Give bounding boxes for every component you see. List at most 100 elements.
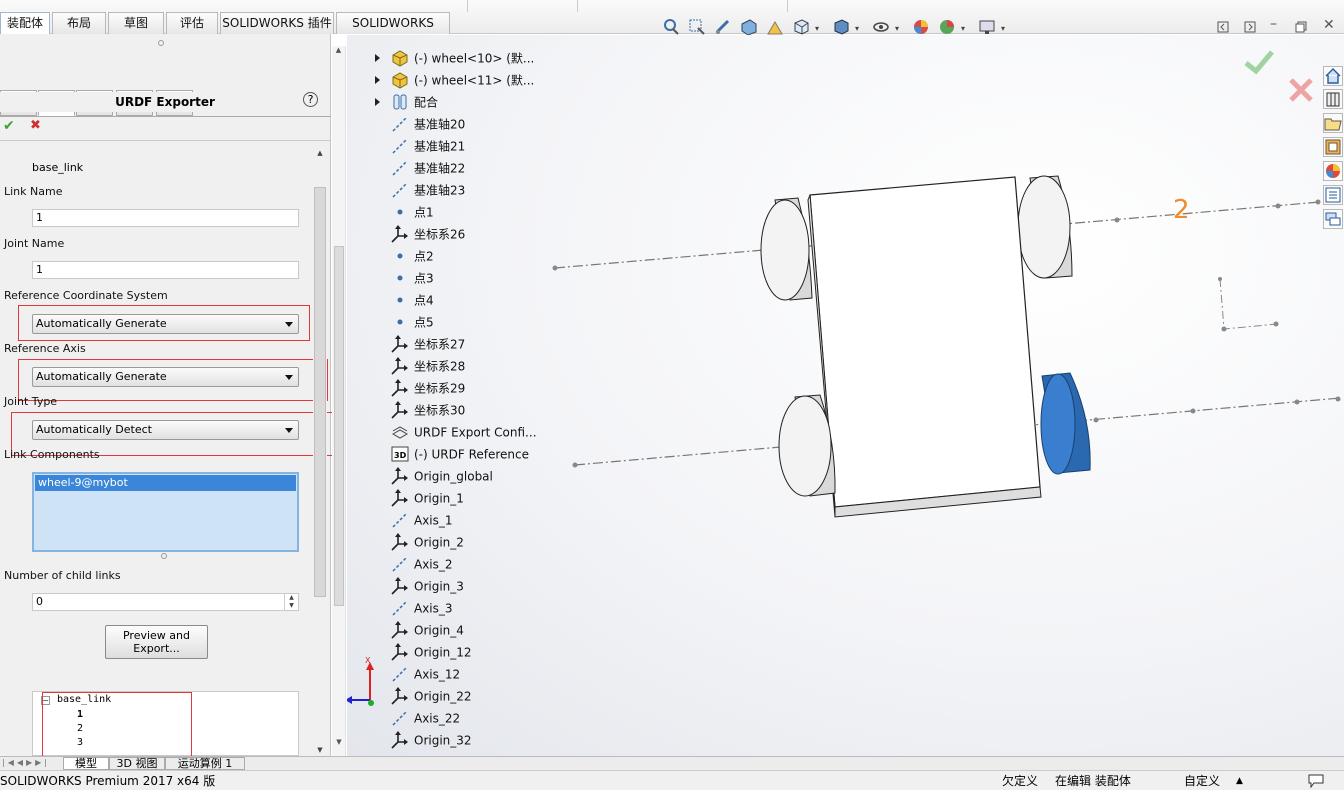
tree-node[interactable]: Axis_1	[390, 509, 453, 531]
tab-solidworks-mbd[interactable]: SOLIDWORKS MBD	[336, 12, 450, 50]
chevron-down-icon[interactable]: ▾	[815, 24, 819, 33]
scroll-up-icon[interactable]: ▲	[332, 46, 345, 54]
child-links-spinner[interactable]: 0 ▲ ▼	[32, 593, 299, 611]
minimize-icon[interactable]: –	[1270, 16, 1277, 32]
preview-export-button[interactable]: Preview and Export...	[105, 625, 208, 659]
tab-assembly[interactable]: 装配体	[0, 12, 50, 34]
close-icon[interactable]: ✕	[1323, 17, 1335, 33]
link-name-input[interactable]: 1	[32, 209, 299, 227]
tree-node[interactable]: Origin_32	[390, 729, 472, 751]
view-settings-icon[interactable]	[978, 18, 996, 36]
tree-scrollbar[interactable]: ▲ ▼	[332, 46, 346, 756]
spinner-arrows-icon[interactable]: ▲ ▼	[284, 594, 298, 610]
tree-node[interactable]: 点2	[390, 245, 434, 267]
tree-node[interactable]: 坐标系29	[390, 377, 465, 399]
chassis-body[interactable]	[807, 176, 1042, 518]
tree-node[interactable]: 坐标系30	[390, 399, 465, 421]
forum-icon[interactable]	[1323, 209, 1343, 229]
tree-node[interactable]: Axis_12	[390, 663, 460, 685]
units-up-arrow-icon[interactable]: ▲	[1236, 771, 1243, 791]
tree-node[interactable]: URDF Export Confi...	[390, 421, 537, 443]
tab-layout[interactable]: 布局	[52, 12, 106, 34]
window-tile-icon[interactable]	[1244, 21, 1256, 33]
maximize-icon[interactable]	[1295, 21, 1307, 33]
dynamic-annotation-icon[interactable]	[766, 18, 784, 36]
robot-model-3d[interactable]: 2 X	[347, 35, 1344, 756]
confirm-corner-cancel-icon[interactable]	[1289, 78, 1313, 102]
tree-node[interactable]: Origin_12	[390, 641, 472, 663]
tab-evaluate[interactable]: 评估	[166, 12, 218, 34]
joint-type-select[interactable]: Automatically Detect	[32, 420, 299, 440]
scroll-down-icon[interactable]: ▼	[332, 738, 346, 746]
tab-scroll-arrows-icon[interactable]: |◀◀▶▶|	[2, 758, 50, 767]
chevron-down-icon[interactable]: ▾	[961, 24, 965, 33]
edit-appearance-icon[interactable]	[912, 18, 930, 36]
ref-coord-select[interactable]: Automatically Generate	[32, 314, 299, 334]
dimension-annotation[interactable]: 2	[1173, 195, 1190, 225]
link-components-list[interactable]: wheel-9@mybot	[32, 472, 299, 552]
joint-name-input[interactable]: 1	[32, 261, 299, 279]
tree-node[interactable]: 坐标系26	[390, 223, 465, 245]
panel-scrollbar[interactable]: ▲ ▼	[313, 149, 327, 754]
tree-node[interactable]: Origin_2	[390, 531, 464, 553]
tree-node[interactable]: 点3	[390, 267, 434, 289]
apply-scene-icon[interactable]	[938, 18, 956, 36]
tooltip-bubble-icon[interactable]	[1308, 774, 1324, 788]
tab-sketch[interactable]: 草图	[108, 12, 164, 34]
appearances-icon[interactable]	[1323, 161, 1343, 181]
resize-handle[interactable]	[161, 553, 167, 559]
expand-arrow-icon[interactable]	[375, 54, 380, 62]
tree-node[interactable]: (-) wheel<11> (默...	[390, 69, 534, 91]
tab-solidworks-addins[interactable]: SOLIDWORKS 插件	[220, 12, 334, 34]
tree-node[interactable]: 基准轴23	[390, 179, 465, 201]
scroll-down-icon[interactable]: ▼	[313, 746, 327, 754]
tree-node[interactable]: Origin_1	[390, 487, 464, 509]
section-view-icon[interactable]	[740, 18, 758, 36]
ref-axis-select[interactable]: Automatically Generate	[32, 367, 299, 387]
help-button[interactable]: ?	[303, 92, 318, 107]
tree-node[interactable]: 基准轴22	[390, 157, 465, 179]
zoom-to-area-icon[interactable]	[688, 18, 706, 36]
expand-arrow-icon[interactable]	[375, 76, 380, 84]
tree-node[interactable]: Origin_4	[390, 619, 464, 641]
wheel-rear-right[interactable]	[1017, 175, 1073, 279]
tree-node[interactable]: 点1	[390, 201, 434, 223]
design-library-icon[interactable]	[1323, 89, 1343, 109]
chevron-down-icon[interactable]: ▾	[1001, 24, 1005, 33]
tree-node[interactable]: Origin_3	[390, 575, 464, 597]
chevron-down-icon[interactable]: ▾	[855, 24, 859, 33]
tree-node[interactable]: Axis_3	[390, 597, 453, 619]
display-style-icon[interactable]	[832, 18, 850, 36]
tree-node[interactable]: 坐标系27	[390, 333, 465, 355]
scrollbar-thumb[interactable]	[314, 187, 326, 597]
previous-view-icon[interactable]	[714, 18, 732, 36]
file-explorer-icon[interactable]	[1323, 113, 1343, 133]
window-restore-icon[interactable]	[1217, 21, 1229, 33]
wheel-front-right-selected[interactable]	[1040, 372, 1091, 475]
custom-properties-icon[interactable]	[1323, 185, 1343, 205]
chevron-down-icon[interactable]: ▾	[895, 24, 899, 33]
splitter-handle[interactable]	[158, 40, 164, 46]
tree-node[interactable]: 配合	[390, 91, 438, 113]
tree-node[interactable]: (-) wheel<10> (默...	[390, 47, 534, 69]
tree-node[interactable]: 基准轴20	[390, 113, 465, 135]
tab-motion-study[interactable]: 运动算例 1	[165, 757, 245, 770]
scrollbar-thumb[interactable]	[334, 246, 344, 606]
scroll-up-icon[interactable]: ▲	[313, 149, 327, 157]
ok-button[interactable]: ✔	[3, 118, 15, 134]
tree-node[interactable]: 点5	[390, 311, 434, 333]
tree-node[interactable]: Origin_global	[390, 465, 493, 487]
tree-node[interactable]: 基准轴21	[390, 135, 465, 157]
view-orientation-icon[interactable]	[792, 18, 810, 36]
confirm-corner-ok-icon[interactable]	[1244, 50, 1274, 75]
tree-node[interactable]: Axis_2	[390, 553, 453, 575]
tree-node[interactable]: 点4	[390, 289, 434, 311]
cancel-button[interactable]: ✖	[30, 118, 41, 133]
expand-arrow-icon[interactable]	[375, 98, 380, 106]
tree-node[interactable]: 3D (-) URDF Reference	[390, 443, 529, 465]
tab-model[interactable]: 模型	[63, 757, 109, 770]
zoom-to-fit-icon[interactable]	[662, 18, 680, 36]
wheel-rear-left[interactable]	[760, 197, 813, 301]
status-units[interactable]: 自定义	[1184, 771, 1220, 791]
tab-3d-view[interactable]: 3D 视图	[109, 757, 165, 770]
